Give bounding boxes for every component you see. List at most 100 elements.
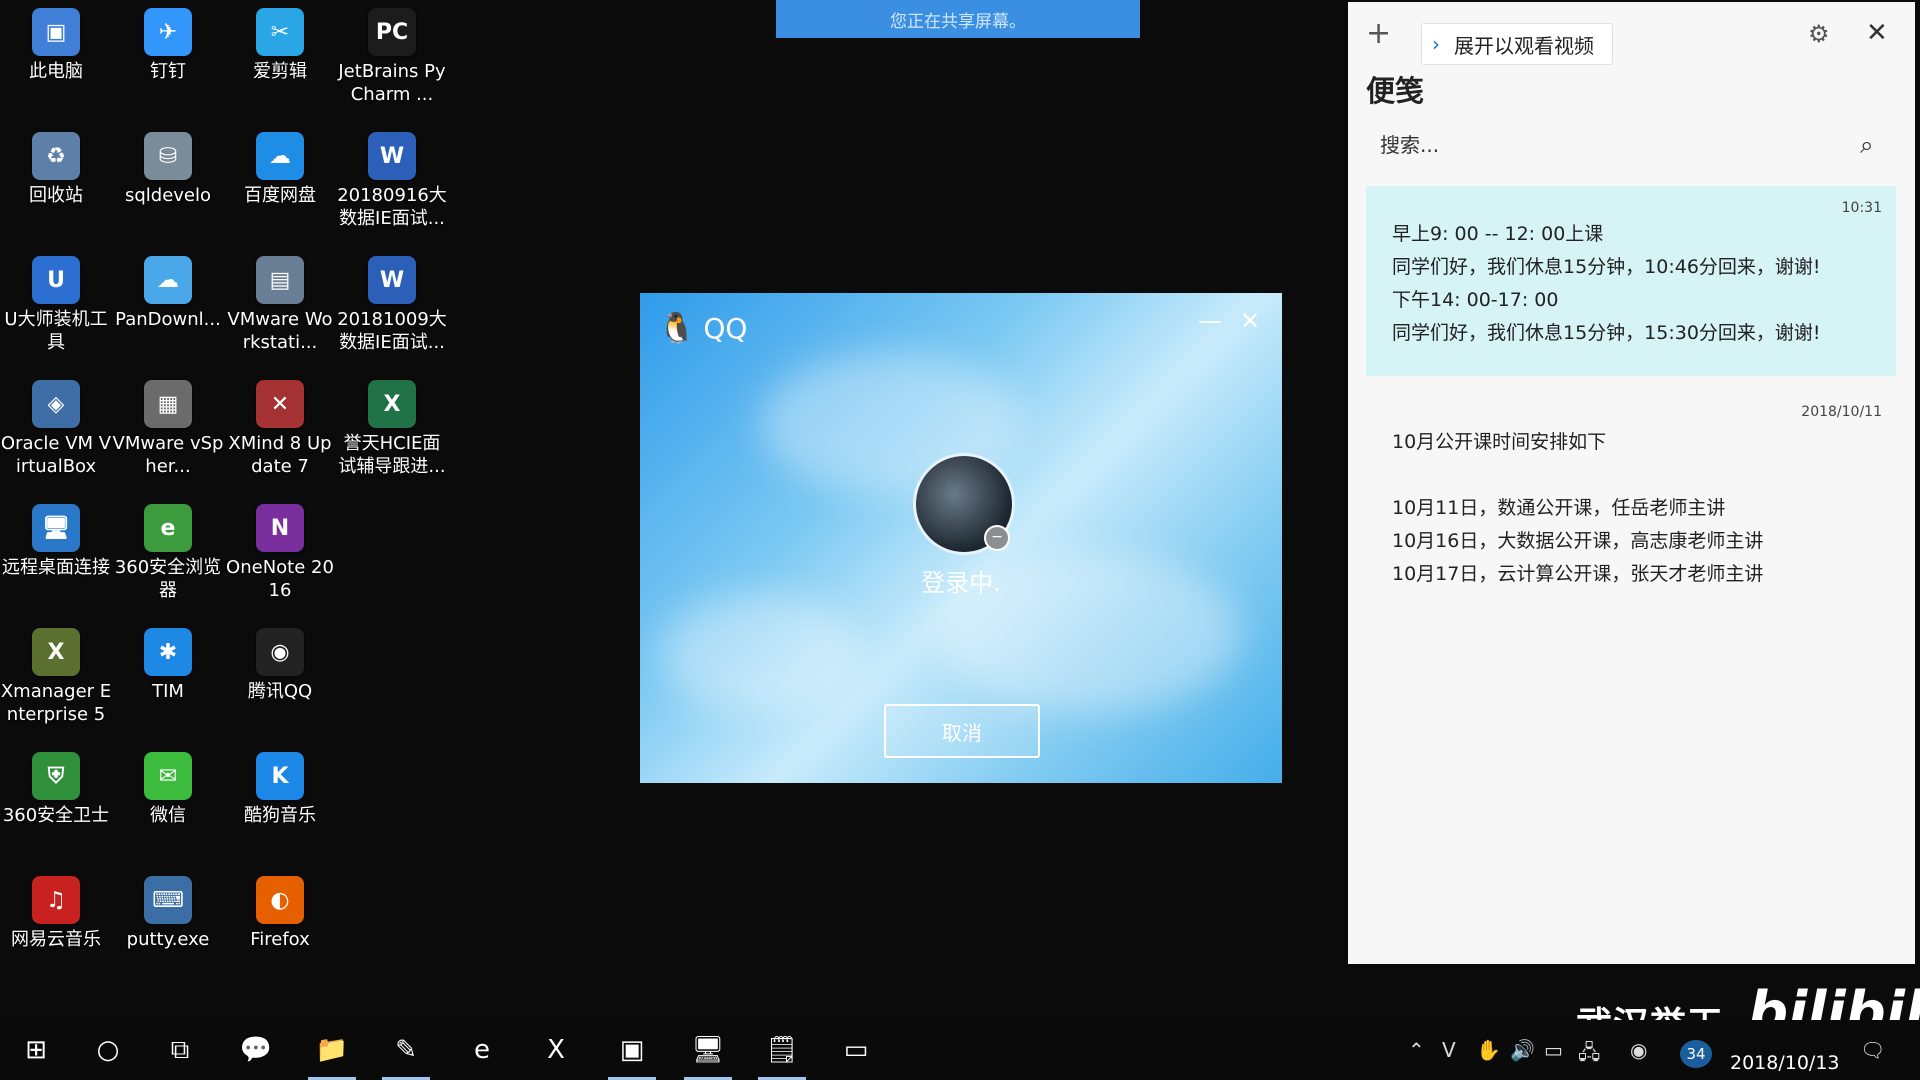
desktop-icon-label: U大师装机工具 [4, 309, 108, 353]
desktop-icon-label: VMware vSpher... [112, 433, 224, 477]
vmware-taskbar-icon[interactable]: ▣ [600, 1020, 664, 1080]
touch-icon[interactable]: ✋ [1476, 1038, 1501, 1062]
note-card[interactable]: 10:31 早上9: 00 -- 12: 00上课 同学们好，我们休息15分钟，… [1366, 186, 1896, 376]
desktop-icon-label: Oracle VM VirtualBox [0, 433, 112, 477]
qq-icon: ◉ [256, 628, 304, 676]
sqldeveloper-icon: ⛁ [144, 132, 192, 180]
desktop-icon-label: OneNote 2016 [226, 557, 334, 601]
desktop-icon[interactable]: 🖥 远程桌面连接 [0, 496, 112, 579]
search-icon[interactable]: ⌕ [1860, 131, 1873, 159]
qq-close-button[interactable]: ✕ [1236, 307, 1264, 335]
desktop-icon-label: 此电脑 [29, 61, 83, 82]
cortana-search-icon[interactable]: ○ [76, 1020, 140, 1080]
volume-icon[interactable]: 🔊 [1510, 1038, 1535, 1062]
remote-desktop-icon: 🖥 [32, 504, 80, 552]
close-icon[interactable]: ✕ [1866, 18, 1888, 48]
notification-badge[interactable]: 34 [1680, 1040, 1712, 1068]
udashi-icon: U [32, 256, 80, 304]
netease-music-icon: ♫ [32, 876, 80, 924]
sticky-notes-taskbar-icon[interactable]: 🗒 [750, 1020, 814, 1080]
desktop-icon[interactable]: W 20181009大数据IE面试... [336, 248, 448, 354]
desktop-icon[interactable]: ⛨ 360安全卫士 [0, 744, 112, 827]
windows-start-icon[interactable]: ⊞ [4, 1020, 68, 1080]
desktop-icon[interactable]: X Xmanager Enterprise 5 [0, 620, 112, 726]
desktop-icon[interactable]: ☁ 百度网盘 [224, 124, 336, 207]
desktop-icon-label: 百度网盘 [244, 185, 316, 206]
desktop-icon[interactable]: ♻ 回收站 [0, 124, 112, 207]
notepad-icon[interactable]: ✎ [374, 1020, 438, 1080]
desktop-icon[interactable]: ✱ TIM [112, 620, 224, 703]
battery-icon[interactable]: ▭ [1544, 1038, 1563, 1062]
desktop-icon-label: putty.exe [126, 929, 210, 950]
desktop-icon[interactable]: U U大师装机工具 [0, 248, 112, 354]
pycharm-icon: PC [368, 8, 416, 56]
virtualbox-icon: ◈ [32, 380, 80, 428]
desktop-icon-label: 钉钉 [150, 61, 186, 82]
desktop-icon[interactable]: ✂ 爱剪辑 [224, 0, 336, 83]
sticky-notes-panel: + › 展开以观看视频 ⚙ ✕ 便笺 ⌕ 10:31 早上9: 00 -- 12… [1348, 2, 1915, 964]
screen-share-banner[interactable]: 您正在共享屏幕。 [776, 0, 1140, 38]
desktop-icon-label: 网易云音乐 [11, 929, 101, 950]
desktop-icon[interactable]: ⌨ putty.exe [112, 868, 224, 951]
qq-tray-icon[interactable]: ◉ [1630, 1038, 1647, 1062]
desktop-icon[interactable]: ◐ Firefox [224, 868, 336, 951]
note-card[interactable]: 2018/10/11 10月公开课时间安排如下 10月11日，数通公开课，任岳老… [1366, 390, 1896, 590]
desktop-icon-label: 360安全卫士 [2, 805, 110, 826]
qq-title: 🐧 QQ [658, 311, 747, 346]
tim-icon: ✱ [144, 628, 192, 676]
desktop-icon-label: 誉天HCIE面试辅导跟进... [338, 433, 446, 477]
360-safe-icon: ⛨ [32, 752, 80, 800]
desktop-icon[interactable]: W 20180916大数据IE面试... [336, 124, 448, 230]
desktop-icon[interactable]: ▦ VMware vSpher... [112, 372, 224, 478]
desktop-icon[interactable]: ◉ 腾讯QQ [224, 620, 336, 703]
desktop-icon[interactable]: X 誉天HCIE面试辅导跟进... [336, 372, 448, 478]
firefox-icon: ◐ [256, 876, 304, 924]
desktop-icon[interactable]: ♫ 网易云音乐 [0, 868, 112, 951]
desktop-icon[interactable]: ▤ VMware Workstati... [224, 248, 336, 354]
vmware-tray-icon[interactable]: V [1442, 1038, 1456, 1062]
terminal-taskbar-icon[interactable]: ▭ [824, 1020, 888, 1080]
note-line: 同学们好，我们休息15分钟，10:46分回来，谢谢! [1392, 256, 1821, 278]
login-status-text: 登录中. [921, 569, 1001, 597]
qq-minimize-button[interactable]: — [1196, 307, 1224, 335]
search-input[interactable] [1366, 132, 1852, 158]
excel-document-icon: X [368, 380, 416, 428]
desktop-icon[interactable]: ✕ XMind 8 Update 7 [224, 372, 336, 478]
desktop-icon[interactable]: ✈ 钉钉 [112, 0, 224, 83]
feedback-icon[interactable]: 💬 [224, 1020, 288, 1080]
desktop-icon[interactable]: ⛁ sqldevelo [112, 124, 224, 207]
desktop-icon-label: 微信 [150, 805, 186, 826]
network-icon[interactable]: 🖧 [1578, 1038, 1600, 1072]
desktop-icon[interactable]: PC JetBrains PyCharm ... [336, 0, 448, 106]
excel-taskbar-icon[interactable]: X [524, 1020, 588, 1080]
task-view-icon[interactable]: ⧉ [148, 1020, 212, 1080]
gear-icon[interactable]: ⚙ [1808, 20, 1830, 48]
note-line: 同学们好，我们休息15分钟，15:30分回来，谢谢! [1392, 322, 1821, 344]
desktop-icon[interactable]: ▣ 此电脑 [0, 0, 112, 83]
note-line [1366, 459, 1896, 492]
desktop-icon-label: 360安全浏览器 [114, 557, 222, 601]
desktop-icon-label: 酷狗音乐 [244, 805, 316, 826]
desktop-icon[interactable]: ☁ PanDownl... [112, 248, 224, 331]
onenote-icon: N [256, 504, 304, 552]
desktop-icon[interactable]: e 360安全浏览器 [112, 496, 224, 602]
note-line: 早上9: 00 -- 12: 00上课 [1392, 223, 1604, 245]
desktop-icon[interactable]: ◈ Oracle VM VirtualBox [0, 372, 112, 478]
add-note-button[interactable]: + [1366, 16, 1391, 51]
clock-date[interactable]: 2018/10/13 [1730, 1052, 1840, 1074]
expand-video-label: 展开以观看视频 [1454, 33, 1594, 58]
desktop-icon[interactable]: ✉ 微信 [112, 744, 224, 827]
vmware-workstation-icon: ▤ [256, 256, 304, 304]
note-timestamp: 10:31 [1841, 200, 1882, 216]
cancel-button[interactable]: 取消 [884, 704, 1040, 758]
desktop-icon[interactable]: K 酷狗音乐 [224, 744, 336, 827]
note-line: 10月17日，云计算公开课，张天才老师主讲 [1392, 563, 1764, 585]
action-center-icon[interactable]: 🗨 [1860, 1038, 1885, 1062]
expand-video-button[interactable]: › 展开以观看视频 [1422, 24, 1612, 64]
360-browser-taskbar-icon[interactable]: e [450, 1020, 514, 1080]
note-line: 10月11日，数通公开课，任岳老师主讲 [1392, 497, 1726, 519]
desktop-icon[interactable]: N OneNote 2016 [224, 496, 336, 602]
chevron-up-icon[interactable]: ⌃ [1408, 1038, 1425, 1062]
file-explorer-icon[interactable]: 📁 [300, 1020, 364, 1080]
remote-desktop-taskbar-icon[interactable]: 🖥 [676, 1020, 740, 1080]
